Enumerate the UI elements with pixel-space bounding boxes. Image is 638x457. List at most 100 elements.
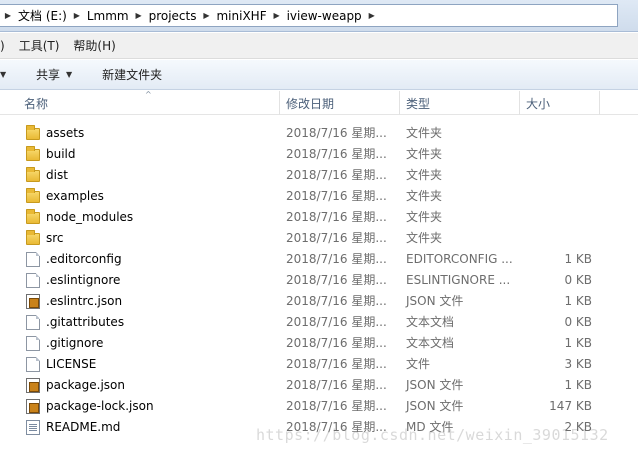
file-type: 文件夹 (406, 210, 443, 224)
file-row[interactable]: src 2018/7/16 星期... 文件夹 (0, 228, 638, 249)
file-list: assets 2018/7/16 星期... 文件夹 build 2018/7/16 … (0, 123, 638, 438)
file-row[interactable]: examples 2018/7/16 星期... 文件夹 (0, 186, 638, 207)
file-row[interactable]: package-lock.json 2018/7/16 星期... JSON 文件 1… (0, 396, 638, 417)
json-file-icon (26, 294, 40, 309)
file-row[interactable]: assets 2018/7/16 星期... 文件夹 (0, 123, 638, 144)
column-header-modified[interactable]: 修改日期 (280, 91, 400, 115)
column-type-label: 类型 (406, 96, 431, 111)
json-file-icon (26, 399, 40, 414)
file-row[interactable]: LICENSE 2018/7/16 星期... 文件 3 KB (0, 354, 638, 375)
file-name: src (46, 231, 64, 245)
file-date: 2018/7/16 星期... (286, 147, 387, 161)
file-name: node_modules (46, 210, 134, 224)
file-name: build (46, 147, 76, 161)
file-name: LICENSE (46, 357, 97, 371)
file-icon (26, 252, 40, 267)
file-type: 文件夹 (406, 168, 443, 182)
file-date: 2018/7/16 星期... (286, 189, 387, 203)
menu-item-partial[interactable]: ) (0, 33, 13, 58)
breadcrumb-minixhf[interactable]: miniXHF (214, 5, 268, 26)
column-size-label: 大小 (526, 96, 551, 111)
file-name: .gitattributes (46, 315, 125, 329)
file-size: 3 KB (564, 357, 592, 371)
file-name: examples (46, 189, 104, 203)
file-name: .eslintignore (46, 273, 121, 287)
column-header-type[interactable]: 类型 (400, 91, 520, 115)
breadcrumb-lmmm[interactable]: Lmmm (85, 5, 131, 26)
column-headers: ^ 名称 修改日期 类型 大小 (0, 90, 638, 115)
file-date: 2018/7/16 星期... (286, 315, 387, 329)
file-date: 2018/7/16 星期... (286, 357, 387, 371)
file-type: ESLINTIGNORE ... (406, 273, 511, 287)
file-date: 2018/7/16 星期... (286, 168, 387, 182)
file-name: .eslintrc.json (46, 294, 123, 308)
file-date: 2018/7/16 星期... (286, 252, 387, 266)
file-row[interactable]: .editorconfig 2018/7/16 星期... EDITORCONFIG… (0, 249, 638, 270)
breadcrumb-drive[interactable]: 文档 (E:) (16, 5, 69, 26)
file-row[interactable]: .eslintignore 2018/7/16 星期... ESLINTIGNORE… (0, 270, 638, 291)
column-header-size[interactable]: 大小 (520, 91, 600, 115)
folder-icon (26, 125, 40, 140)
folder-icon (26, 188, 40, 203)
watermark: https://blog.csdn.net/weixin_39015132 (256, 426, 609, 444)
breadcrumb-iview-weapp[interactable]: iview-weapp (285, 5, 364, 26)
menu-item-help[interactable]: 帮助(H) (67, 33, 123, 58)
file-row[interactable]: dist 2018/7/16 星期... 文件夹 (0, 165, 638, 186)
file-size: 147 KB (549, 399, 592, 413)
chevron-down-icon (66, 70, 72, 79)
chevron-right-icon[interactable] (198, 5, 214, 26)
menu-item-tools[interactable]: 工具(T) (13, 33, 68, 58)
chevron-right-icon[interactable] (131, 5, 147, 26)
file-date: 2018/7/16 星期... (286, 378, 387, 392)
file-type: EDITORCONFIG ... (406, 252, 513, 266)
file-type: 文件 (406, 357, 431, 371)
address-box[interactable]: 文档 (E:) Lmmm projects miniXHF iview-weap… (0, 4, 618, 27)
file-row[interactable]: .gitattributes 2018/7/16 星期... 文本文档 0 KB (0, 312, 638, 333)
file-date: 2018/7/16 星期... (286, 336, 387, 350)
file-name: .editorconfig (46, 252, 122, 266)
file-row[interactable]: build 2018/7/16 星期... 文件夹 (0, 144, 638, 165)
column-header-name[interactable]: 名称 (18, 91, 280, 115)
file-icon (26, 315, 40, 330)
file-row[interactable]: node_modules 2018/7/16 星期... 文件夹 (0, 207, 638, 228)
file-type: 文件夹 (406, 126, 443, 140)
folder-icon (26, 230, 40, 245)
file-icon (26, 357, 40, 372)
chevron-right-icon[interactable] (69, 5, 85, 26)
file-type: 文件夹 (406, 147, 443, 161)
file-row[interactable]: .gitignore 2018/7/16 星期... 文本文档 1 KB (0, 333, 638, 354)
file-size: 1 KB (564, 294, 592, 308)
file-type: 文件夹 (406, 189, 443, 203)
file-row[interactable]: .eslintrc.json 2018/7/16 星期... JSON 文件 1 KB (0, 291, 638, 312)
new-folder-button[interactable]: 新建文件夹 (82, 60, 172, 89)
file-size: 1 KB (564, 336, 592, 350)
chevron-right-icon[interactable] (0, 5, 16, 26)
file-date: 2018/7/16 星期... (286, 273, 387, 287)
file-type: JSON 文件 (406, 294, 464, 308)
file-icon (26, 336, 40, 351)
file-icon (26, 273, 40, 288)
file-type: JSON 文件 (406, 399, 464, 413)
file-name: package.json (46, 378, 126, 392)
share-button[interactable]: 共享 (20, 60, 82, 89)
file-type: JSON 文件 (406, 378, 464, 392)
file-date: 2018/7/16 星期... (286, 126, 387, 140)
file-name: dist (46, 168, 68, 182)
folder-icon (26, 146, 40, 161)
file-date: 2018/7/16 星期... (286, 231, 387, 245)
chevron-right-icon[interactable] (269, 5, 285, 26)
dropdown-arrow-icon[interactable]: ▼ (0, 70, 20, 79)
share-label: 共享 (36, 68, 61, 82)
file-date: 2018/7/16 星期... (286, 294, 387, 308)
file-date: 2018/7/16 星期... (286, 210, 387, 224)
file-size: 1 KB (564, 252, 592, 266)
file-row[interactable]: package.json 2018/7/16 星期... JSON 文件 1 KB (0, 375, 638, 396)
column-modified-label: 修改日期 (286, 96, 335, 111)
menu-bar: ) 工具(T) 帮助(H) (0, 33, 638, 59)
chevron-right-icon[interactable] (364, 5, 380, 26)
column-name-label: 名称 (24, 96, 49, 111)
file-date: 2018/7/16 星期... (286, 399, 387, 413)
file-name: .gitignore (46, 336, 104, 350)
breadcrumb-projects[interactable]: projects (147, 5, 199, 26)
file-type: 文本文档 (406, 336, 455, 350)
